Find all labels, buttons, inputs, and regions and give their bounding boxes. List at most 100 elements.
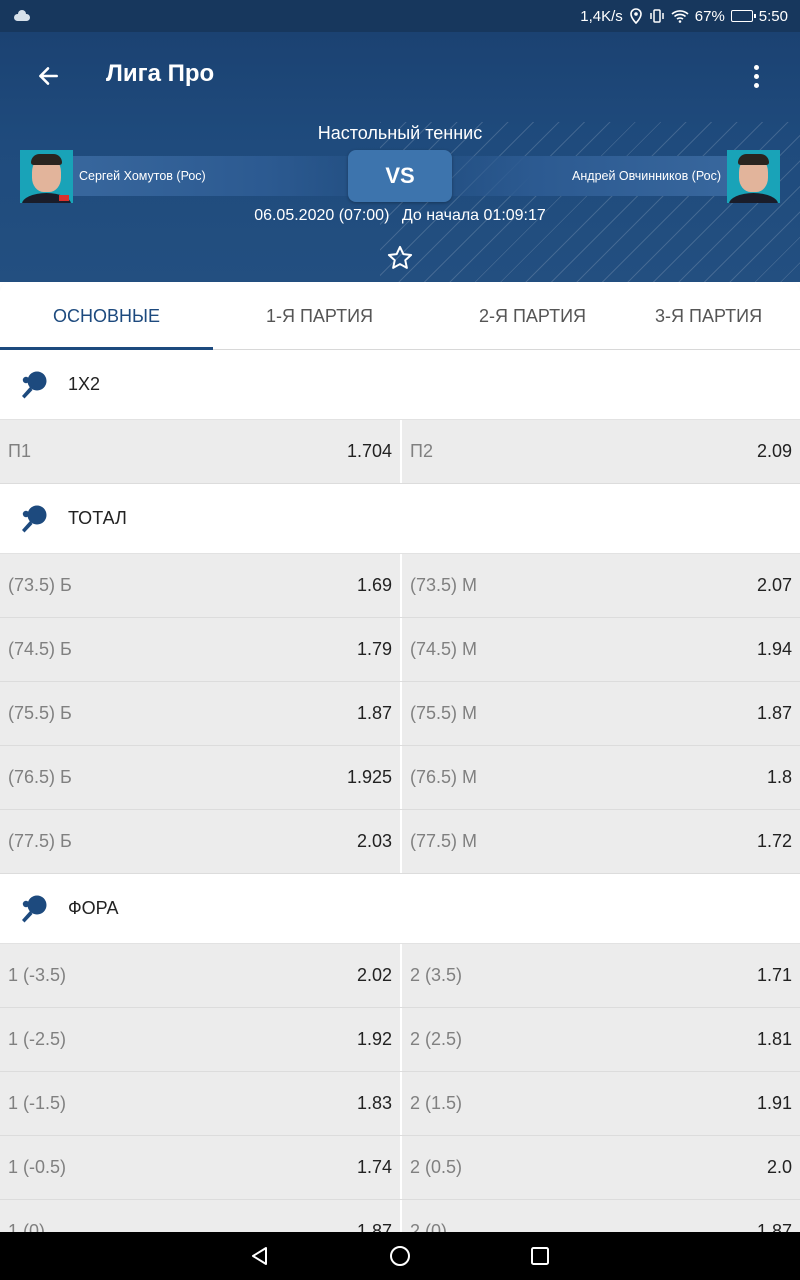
ping-pong-paddle-icon — [22, 505, 47, 532]
odds-button[interactable]: (77.5) Б 2.03 — [0, 810, 400, 873]
market-title: ТОТАЛ — [68, 508, 127, 528]
odds-value: 1.79 — [356, 639, 392, 659]
odds-button[interactable]: (73.5) М 2.07 — [400, 554, 800, 617]
odds-button[interactable]: 1 (-0.5) 1.74 — [0, 1136, 400, 1199]
odds-button[interactable]: (76.5) Б 1.925 — [0, 746, 400, 809]
vs-badge: VS — [348, 150, 452, 202]
odds-value: 1.87 — [756, 1221, 792, 1232]
odds-row: (76.5) Б 1.925 (76.5) М 1.8 — [0, 746, 800, 810]
market-header[interactable]: ТОТАЛ — [0, 484, 800, 554]
odds-value: 1.87 — [356, 1221, 392, 1232]
odds-value: 1.74 — [356, 1157, 392, 1177]
outcome-label: (74.5) М — [410, 639, 478, 659]
player2-name: Андрей Овчинников (Рос) — [572, 169, 721, 183]
outcome-label: (77.5) М — [410, 831, 478, 851]
square-recent-icon — [531, 1247, 549, 1265]
ping-pong-paddle-icon — [22, 371, 47, 398]
odds-button[interactable]: 1 (-2.5) 1.92 — [0, 1008, 400, 1071]
player2-avatar — [727, 149, 780, 203]
odds-row: (73.5) Б 1.69 (73.5) М 2.07 — [0, 554, 800, 618]
odds-row: (77.5) Б 2.03 (77.5) М 1.72 — [0, 810, 800, 874]
player1-bar: Сергей Хомутов (Рос) — [20, 149, 370, 203]
odds-button[interactable]: (75.5) Б 1.87 — [0, 682, 400, 745]
outcome-label: (75.5) Б — [8, 703, 72, 723]
odds-button[interactable]: 1 (-3.5) 2.02 — [0, 944, 400, 1007]
match-time: 06.05.2020 (07:00) До начала 01:09:17 — [0, 207, 800, 225]
cloud-icon — [12, 10, 30, 21]
odds-row: (74.5) Б 1.79 (74.5) М 1.94 — [0, 618, 800, 682]
odds-value: 2.07 — [756, 575, 792, 595]
network-speed: 1,4K/s — [580, 7, 623, 25]
odds-row: 1 (-0.5) 1.74 2 (0.5) 2.0 — [0, 1136, 800, 1200]
odds-button[interactable]: П1 1.704 — [0, 420, 400, 483]
odds-row: 1 (0) 1.87 2 (0) 1.87 — [0, 1200, 800, 1232]
odds-value: 1.87 — [356, 703, 392, 723]
odds-value: 1.71 — [756, 965, 792, 985]
outcome-label: 1 (-0.5) — [8, 1157, 67, 1177]
status-bar: 1,4K/s 67% 5:50 — [0, 0, 800, 32]
battery-percent: 67% — [694, 7, 725, 25]
odds-row: 1 (-1.5) 1.83 2 (1.5) 1.91 — [0, 1072, 800, 1136]
more-options-button[interactable] — [740, 56, 772, 96]
market-header[interactable]: ФОРА — [0, 874, 800, 944]
sport-name: Настольный теннис — [317, 123, 483, 143]
nav-back-button[interactable] — [240, 1236, 280, 1276]
match-header: Лига Про Настольный теннис Сергей Хомуто… — [0, 32, 800, 282]
outcome-label: 2 (0) — [410, 1221, 448, 1232]
tab-3[interactable]: 2-Я ПАРТИЯ — [426, 282, 639, 350]
odds-button[interactable]: 1 (-1.5) 1.83 — [0, 1072, 400, 1135]
odds-value: 1.94 — [756, 639, 792, 659]
location-icon — [629, 8, 642, 24]
outcome-label: (73.5) М — [410, 575, 478, 595]
odds-button[interactable]: 1 (0) 1.87 — [0, 1200, 400, 1232]
outcome-label: 1 (-3.5) — [8, 965, 67, 985]
player1-name: Сергей Хомутов (Рос) — [79, 169, 206, 183]
odds-button[interactable]: (77.5) М 1.72 — [400, 810, 800, 873]
nav-recent-button[interactable] — [520, 1236, 560, 1276]
odds-button[interactable]: (76.5) М 1.8 — [400, 746, 800, 809]
circle-home-icon — [390, 1246, 410, 1266]
odds-button[interactable]: (73.5) Б 1.69 — [0, 554, 400, 617]
outcome-label: (77.5) Б — [8, 831, 72, 851]
market-header[interactable]: 1X2 — [0, 350, 800, 420]
outcome-label: 2 (2.5) — [410, 1029, 463, 1049]
outcome-label: 2 (3.5) — [410, 965, 463, 985]
odds-button[interactable]: (75.5) М 1.87 — [400, 682, 800, 745]
clock: 5:50 — [758, 7, 788, 25]
player1-avatar — [20, 149, 73, 203]
odds-value: 1.91 — [756, 1093, 792, 1113]
odds-value: 2.02 — [356, 965, 392, 985]
odds-button[interactable]: П2 2.09 — [400, 420, 800, 483]
market-tabs: ОСНОВНЫЕ 1-Я ПАРТИЯ 2-Я ПАРТИЯ 3-Я ПАРТИЯ — [0, 282, 800, 351]
odds-button[interactable]: 2 (2.5) 1.81 — [400, 1008, 800, 1071]
outcome-label: (76.5) М — [410, 767, 478, 787]
outcome-label: 1 (-1.5) — [8, 1093, 67, 1113]
arrow-left-icon — [39, 67, 58, 85]
market-title: ФОРА — [68, 898, 119, 918]
nav-home-button[interactable] — [380, 1236, 420, 1276]
odds-button[interactable]: 2 (0) 1.87 — [400, 1200, 800, 1232]
odds-row: 1 (-3.5) 2.02 2 (3.5) 1.71 — [0, 944, 800, 1008]
status-right: 1,4K/s 67% 5:50 — [580, 8, 788, 25]
back-button[interactable] — [28, 56, 68, 96]
match-countdown: До начала 01:09:17 — [401, 207, 546, 224]
ping-pong-paddle-icon — [22, 895, 47, 922]
tab-1[interactable]: ОСНОВНЫЕ — [0, 282, 213, 351]
outcome-label: 2 (0.5) — [410, 1157, 463, 1177]
outcome-label: 2 (1.5) — [410, 1093, 463, 1113]
odds-button[interactable]: (74.5) Б 1.79 — [0, 618, 400, 681]
odds-value: 2.09 — [756, 441, 792, 461]
favorite-button[interactable] — [386, 244, 414, 272]
odds-button[interactable]: 2 (0.5) 2.0 — [400, 1136, 800, 1199]
odds-button[interactable]: 2 (1.5) 1.91 — [400, 1072, 800, 1135]
odds-button[interactable]: (74.5) М 1.94 — [400, 618, 800, 681]
outcome-label: П1 — [8, 441, 31, 461]
tab-2[interactable]: 1-Я ПАРТИЯ — [213, 282, 426, 350]
odds-button[interactable]: 2 (3.5) 1.71 — [400, 944, 800, 1007]
odds-value: 1.8 — [766, 767, 792, 787]
wifi-icon — [671, 10, 689, 23]
vibrate-icon — [650, 9, 664, 23]
tab-4[interactable]: 3-Я ПАРТИЯ — [639, 282, 800, 350]
battery-icon — [730, 10, 756, 22]
match-date: 06.05.2020 (07:00) — [254, 207, 390, 224]
